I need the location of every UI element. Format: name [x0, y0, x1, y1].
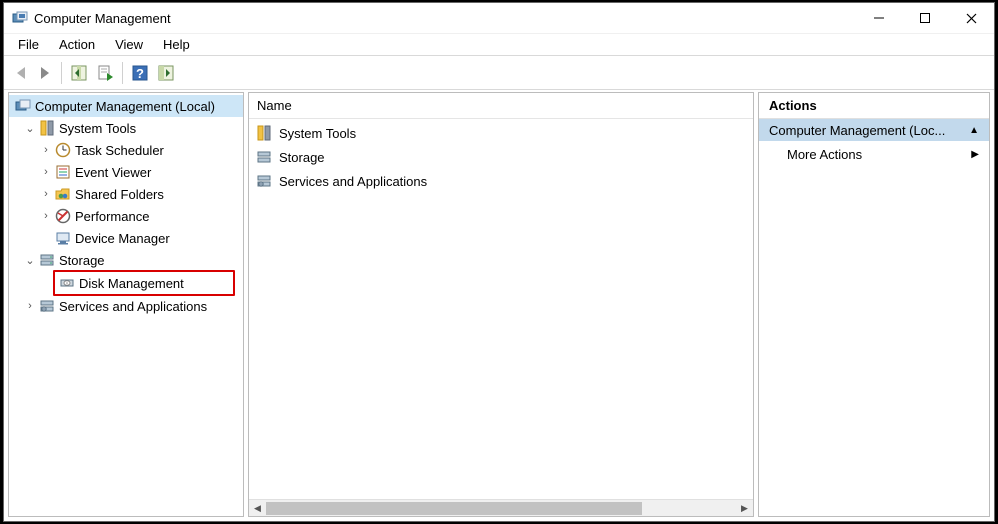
toolbar-separator — [61, 62, 62, 84]
collapse-icon: ▲ — [969, 125, 979, 136]
menu-action[interactable]: Action — [49, 35, 105, 54]
content-header: Name — [249, 93, 753, 119]
list-label: System Tools — [279, 126, 356, 141]
action-more-actions[interactable]: More Actions ▶ — [759, 141, 989, 167]
tree-label: Event Viewer — [75, 165, 151, 180]
svg-text:?: ? — [136, 66, 144, 81]
action-group-label: Computer Management (Loc... — [769, 123, 945, 138]
services-apps-icon — [255, 172, 273, 190]
tree-root[interactable]: Computer Management (Local) — [9, 95, 243, 117]
window: Computer Management File Action View Hel… — [3, 2, 995, 522]
collapse-icon[interactable]: ⌄ — [23, 254, 37, 267]
tree-label: Performance — [75, 209, 149, 224]
shared-folders-icon — [55, 186, 71, 202]
action-group: Computer Management (Loc... ▲ More Actio… — [759, 119, 989, 167]
tree-label: Storage — [59, 253, 105, 268]
storage-icon — [39, 252, 55, 268]
menu-view[interactable]: View — [105, 35, 153, 54]
tree-label: Disk Management — [79, 276, 184, 291]
tree-disk-management[interactable]: Disk Management — [55, 272, 233, 294]
app-icon — [12, 10, 28, 26]
tree-event-viewer[interactable]: › Event Viewer — [9, 161, 243, 183]
scroll-right-button[interactable]: ▶ — [736, 500, 753, 516]
list-label: Storage — [279, 150, 325, 165]
system-tools-icon — [39, 120, 55, 136]
event-viewer-icon — [55, 164, 71, 180]
minimize-button[interactable] — [856, 3, 902, 33]
window-title: Computer Management — [34, 11, 856, 26]
show-action-pane-button[interactable] — [154, 61, 178, 85]
menu-file[interactable]: File — [8, 35, 49, 54]
console-tree[interactable]: Computer Management (Local) ⌄ System Too… — [8, 92, 244, 517]
tree-services-apps[interactable]: › Services and Applications — [9, 295, 243, 317]
services-apps-icon — [39, 298, 55, 314]
disk-management-icon — [59, 275, 75, 291]
submenu-icon: ▶ — [971, 149, 979, 160]
menu-help[interactable]: Help — [153, 35, 200, 54]
expand-icon[interactable]: › — [39, 210, 53, 222]
maximize-button[interactable] — [902, 3, 948, 33]
tree-system-tools[interactable]: ⌄ System Tools — [9, 117, 243, 139]
tree-label: Task Scheduler — [75, 143, 164, 158]
horizontal-scrollbar[interactable]: ◀ ▶ — [249, 499, 753, 516]
column-name[interactable]: Name — [249, 94, 300, 117]
export-list-button[interactable] — [93, 61, 117, 85]
scroll-left-button[interactable]: ◀ — [249, 500, 266, 516]
toolbar-separator — [122, 62, 123, 84]
computer-mgmt-icon — [15, 98, 31, 114]
list-item[interactable]: Services and Applications — [253, 169, 749, 193]
system-tools-icon — [255, 124, 273, 142]
tree-label: Services and Applications — [59, 299, 207, 314]
tree-label: Computer Management (Local) — [35, 99, 215, 114]
menubar: File Action View Help — [4, 33, 994, 55]
tree-task-scheduler[interactable]: › Task Scheduler — [9, 139, 243, 161]
content-pane: Name System Tools Storage Services and A… — [248, 92, 754, 517]
expand-icon[interactable]: › — [39, 188, 53, 200]
actions-header: Actions — [759, 93, 989, 119]
toolbar: ? — [4, 56, 994, 90]
scroll-thumb[interactable] — [266, 502, 642, 515]
titlebar: Computer Management — [4, 3, 994, 33]
list-item[interactable]: System Tools — [253, 121, 749, 145]
performance-icon — [55, 208, 71, 224]
expand-icon[interactable]: › — [23, 300, 37, 312]
tree-storage[interactable]: ⌄ Storage — [9, 249, 243, 271]
tree-performance[interactable]: › Performance — [9, 205, 243, 227]
tree-shared-folders[interactable]: › Shared Folders — [9, 183, 243, 205]
forward-button[interactable] — [34, 62, 56, 84]
action-label: More Actions — [787, 147, 862, 162]
expand-icon[interactable]: › — [39, 166, 53, 178]
back-button[interactable] — [10, 62, 32, 84]
show-hide-tree-button[interactable] — [67, 61, 91, 85]
help-button[interactable]: ? — [128, 61, 152, 85]
scroll-track[interactable] — [266, 500, 736, 516]
actions-pane: Actions Computer Management (Loc... ▲ Mo… — [758, 92, 990, 517]
tree-label: System Tools — [59, 121, 136, 136]
storage-icon — [255, 148, 273, 166]
body: Computer Management (Local) ⌄ System Too… — [4, 90, 994, 521]
close-button[interactable] — [948, 3, 994, 33]
action-group-header[interactable]: Computer Management (Loc... ▲ — [759, 119, 989, 141]
tree-device-manager[interactable]: › Device Manager — [9, 227, 243, 249]
list-label: Services and Applications — [279, 174, 427, 189]
tree-label: Shared Folders — [75, 187, 164, 202]
highlight-box: Disk Management — [53, 270, 235, 296]
clock-icon — [55, 142, 71, 158]
collapse-icon[interactable]: ⌄ — [23, 122, 37, 135]
expand-icon[interactable]: › — [39, 144, 53, 156]
content-list[interactable]: System Tools Storage Services and Applic… — [249, 119, 753, 499]
tree-label: Device Manager — [75, 231, 170, 246]
device-manager-icon — [55, 230, 71, 246]
list-item[interactable]: Storage — [253, 145, 749, 169]
